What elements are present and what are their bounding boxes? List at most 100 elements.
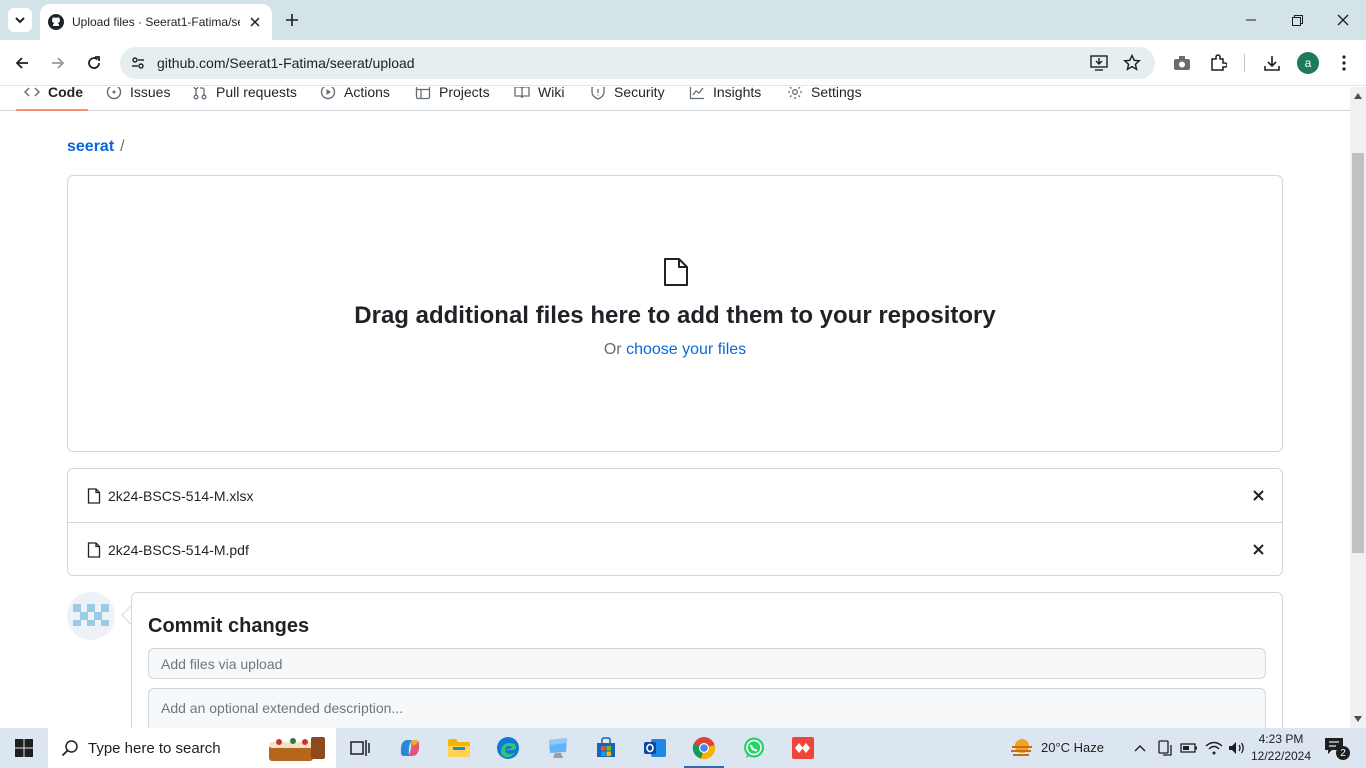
tab-wiki[interactable]: Wiki	[514, 87, 564, 110]
arrow-left-icon	[15, 57, 28, 69]
folder-icon	[448, 739, 470, 757]
volume-icon[interactable]	[1228, 739, 1246, 757]
tab-actions[interactable]: Actions	[320, 87, 390, 110]
clock-time: 4:23 PM	[1258, 732, 1304, 746]
chevron-down-icon	[15, 17, 25, 24]
windows-logo-icon	[15, 739, 33, 757]
install-app-icon[interactable]	[1089, 53, 1109, 73]
tab-selected-indicator	[16, 109, 88, 111]
chrome-app[interactable]	[680, 728, 728, 768]
browser-tab[interactable]: Upload files · Seerat1-Fatima/seerat	[40, 4, 272, 40]
anydesk-app[interactable]	[779, 728, 827, 768]
remove-file-button[interactable]	[1250, 487, 1266, 503]
gear-icon	[788, 87, 802, 99]
microsoft-store-app[interactable]	[582, 728, 630, 768]
tab-pull-requests-label: Pull requests	[216, 87, 297, 100]
clock-date: 12/22/2024	[1250, 749, 1312, 763]
site-info-icon[interactable]	[128, 53, 148, 73]
reload-icon	[88, 56, 100, 69]
notification-count-badge: 2	[1336, 746, 1350, 760]
commit-summary-input[interactable]	[148, 648, 1266, 679]
dropzone-subtitle: Or choose your files	[68, 341, 1282, 359]
new-tab-button[interactable]	[281, 9, 303, 31]
back-button[interactable]	[8, 49, 36, 77]
holiday-cake-icon	[269, 737, 325, 761]
forward-button[interactable]	[44, 49, 72, 77]
weather-text[interactable]: 20°C Haze	[1041, 740, 1104, 755]
weather-haze-icon	[1011, 739, 1032, 756]
extensions-icon[interactable]	[1206, 51, 1230, 75]
upload-dropzone[interactable]: Drag additional files here to add them t…	[67, 175, 1283, 452]
address-bar[interactable]: github.com/Seerat1-Fatima/seerat/upload	[120, 47, 1155, 79]
tab-code[interactable]: Code	[24, 87, 83, 110]
bookmark-star-icon[interactable]	[1122, 53, 1142, 73]
tab-insights[interactable]: Insights	[689, 87, 761, 110]
pull-request-icon	[193, 87, 207, 99]
start-button[interactable]	[0, 728, 48, 768]
meet-now-icon[interactable]	[1156, 739, 1174, 757]
dropzone-prefix: Or	[603, 341, 622, 358]
outlook-app[interactable]	[631, 728, 679, 768]
tab-issues[interactable]: Issues	[106, 87, 170, 110]
tab-search-button[interactable]	[8, 8, 32, 32]
play-icon	[320, 87, 336, 99]
wifi-icon[interactable]	[1205, 739, 1223, 757]
anydesk-icon	[792, 737, 814, 759]
profile-avatar[interactable]: a	[1297, 52, 1319, 74]
battery-icon[interactable]	[1180, 739, 1198, 757]
url-text: github.com/Seerat1-Fatima/seerat/upload	[157, 55, 415, 71]
minimize-button[interactable]	[1228, 0, 1274, 40]
scroll-down-icon[interactable]	[1353, 714, 1363, 724]
restore-icon	[1291, 14, 1303, 26]
edge-icon	[497, 737, 519, 759]
more-menu-icon[interactable]	[1332, 51, 1356, 75]
task-view-button[interactable]	[336, 728, 384, 768]
download-icon[interactable]	[1260, 51, 1284, 75]
tab-settings[interactable]: Settings	[787, 87, 862, 110]
taskbar-search[interactable]: Type here to search	[48, 728, 336, 768]
issue-icon	[106, 87, 122, 99]
reload-button[interactable]	[80, 49, 108, 77]
file-icon	[87, 488, 101, 504]
tab-pull-requests[interactable]: Pull requests	[192, 87, 297, 110]
scroll-up-icon[interactable]	[1353, 91, 1363, 101]
table-icon	[415, 87, 431, 99]
notification-center-button[interactable]: 2	[1324, 737, 1350, 760]
task-view-icon	[350, 740, 370, 756]
choose-files-link[interactable]: choose your files	[626, 341, 746, 358]
scrollbar-thumb[interactable]	[1352, 153, 1364, 553]
minimize-icon	[1246, 19, 1256, 21]
search-icon	[61, 740, 78, 757]
browser-toolbar: github.com/Seerat1-Fatima/seerat/upload …	[0, 40, 1366, 86]
whatsapp-app[interactable]	[730, 728, 778, 768]
tab-security[interactable]: Security	[590, 87, 665, 110]
book-icon	[514, 87, 530, 98]
tab-projects-label: Projects	[439, 87, 490, 100]
tab-issues-label: Issues	[130, 87, 171, 100]
taskbar-clock[interactable]: 4:23 PM 12/22/2024	[1246, 731, 1316, 765]
identicon-icon	[73, 604, 109, 626]
whatsapp-icon	[744, 737, 764, 758]
file-name: 2k24-BSCS-514-M.xlsx	[108, 488, 254, 504]
screen-app[interactable]	[534, 728, 582, 768]
camera-icon[interactable]	[1170, 51, 1194, 75]
tab-close-icon[interactable]	[246, 13, 264, 31]
breadcrumb-repo-link[interactable]: seerat	[67, 138, 114, 155]
remove-file-button[interactable]	[1250, 541, 1266, 557]
close-window-button[interactable]	[1320, 0, 1366, 40]
page-scrollbar[interactable]	[1350, 87, 1366, 728]
restore-button[interactable]	[1274, 0, 1320, 40]
tab-projects[interactable]: Projects	[415, 87, 490, 110]
taskbar-search-placeholder: Type here to search	[88, 740, 221, 757]
file-explorer-app[interactable]	[435, 728, 483, 768]
edge-app[interactable]	[484, 728, 532, 768]
commit-description-textarea[interactable]	[148, 688, 1266, 728]
show-hidden-icons-icon[interactable]	[1131, 739, 1149, 757]
code-icon	[24, 87, 40, 97]
copilot-icon	[400, 740, 420, 756]
close-icon	[1337, 14, 1349, 26]
copilot-app[interactable]	[386, 728, 434, 768]
avatar	[67, 592, 115, 640]
monitor-icon	[549, 738, 567, 758]
shield-icon	[591, 87, 605, 100]
